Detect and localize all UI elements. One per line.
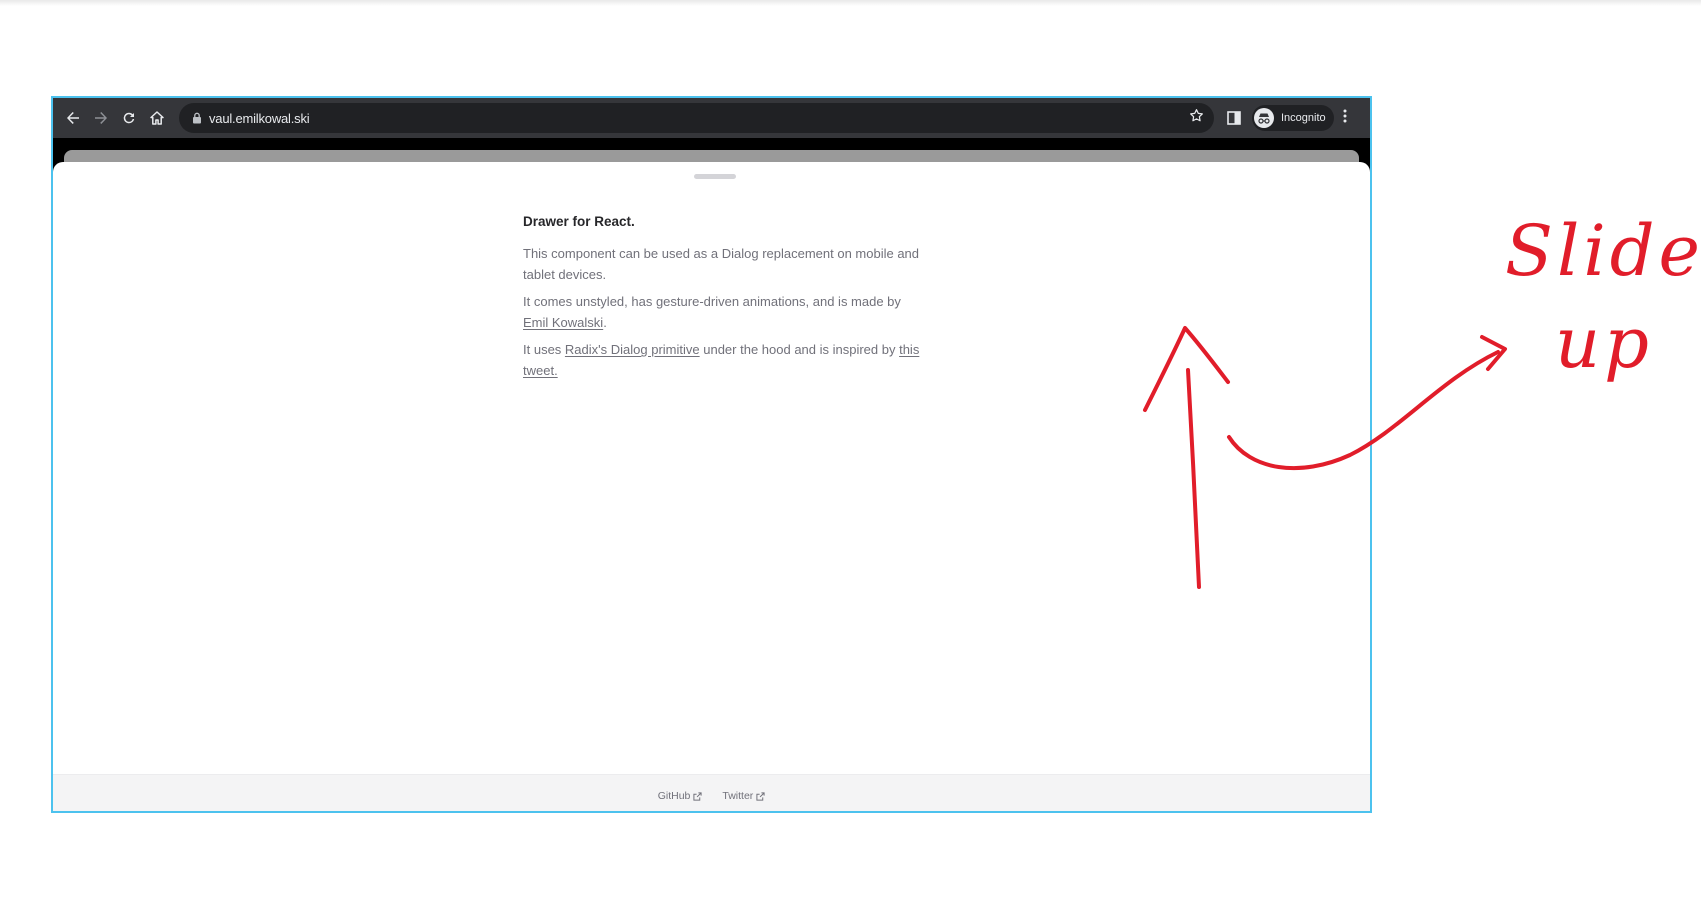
twitter-label: Twitter xyxy=(722,790,754,802)
side-panel-icon[interactable] xyxy=(1220,104,1248,132)
drawer-content: Drawer for React. This component can be … xyxy=(523,214,923,387)
emil-kowalski-link[interactable]: Emil Kowalski xyxy=(523,315,603,330)
annotation-line-2: up xyxy=(1555,302,1653,384)
incognito-profile-button[interactable]: Incognito xyxy=(1252,105,1334,131)
drawer-title: Drawer for React. xyxy=(523,214,635,229)
drawer-paragraph-1: This component can be used as a Dialog r… xyxy=(523,246,920,282)
drawer-paragraph-3: It uses Radix's Dialog primitive under t… xyxy=(523,339,923,381)
reload-icon[interactable] xyxy=(115,104,143,132)
paragraph-3-middle: under the hood and is inspired by xyxy=(699,342,900,357)
nav-buttons xyxy=(59,104,171,132)
annotation-text: Slides up xyxy=(1505,205,1701,389)
radix-dialog-link[interactable]: Radix's Dialog primitive xyxy=(565,342,700,357)
back-arrow-icon[interactable] xyxy=(59,104,87,132)
curved-arrow-head xyxy=(1480,335,1507,371)
forward-arrow-icon[interactable] xyxy=(87,104,115,132)
drawer-paragraph-2: It comes unstyled, has gesture-driven an… xyxy=(523,291,923,333)
browser-toolbar: vaul.emilkowal.ski Incognito xyxy=(53,98,1370,138)
external-link-icon xyxy=(693,791,702,801)
drawer-footer: GitHub Twitter xyxy=(53,774,1370,811)
star-icon[interactable] xyxy=(1189,108,1204,128)
paragraph-2-end: . xyxy=(603,315,607,330)
paragraph-2-text: It comes unstyled, has gesture-driven an… xyxy=(523,294,901,309)
top-shadow xyxy=(0,0,1701,6)
twitter-link[interactable]: Twitter xyxy=(722,790,765,802)
paragraph-3-text: It uses xyxy=(523,342,565,357)
github-link[interactable]: GitHub xyxy=(658,790,703,802)
external-link-icon xyxy=(756,791,765,801)
address-bar[interactable]: vaul.emilkowal.ski xyxy=(179,103,1214,133)
browser-window: vaul.emilkowal.ski Incognito Drawer for … xyxy=(51,96,1372,813)
url-text[interactable]: vaul.emilkowal.ski xyxy=(209,111,310,126)
drawer-panel[interactable]: Drawer for React. This component can be … xyxy=(53,162,1370,811)
drawer-drag-handle[interactable] xyxy=(694,174,736,179)
kebab-menu-icon[interactable] xyxy=(1342,108,1348,129)
lock-icon[interactable] xyxy=(185,112,209,124)
github-label: GitHub xyxy=(657,790,691,802)
annotation-line-1: Slides xyxy=(1505,210,1701,292)
home-icon[interactable] xyxy=(143,104,171,132)
toolbar-right: Incognito xyxy=(1220,104,1348,132)
incognito-label: Incognito xyxy=(1281,112,1326,124)
incognito-icon xyxy=(1254,108,1274,128)
